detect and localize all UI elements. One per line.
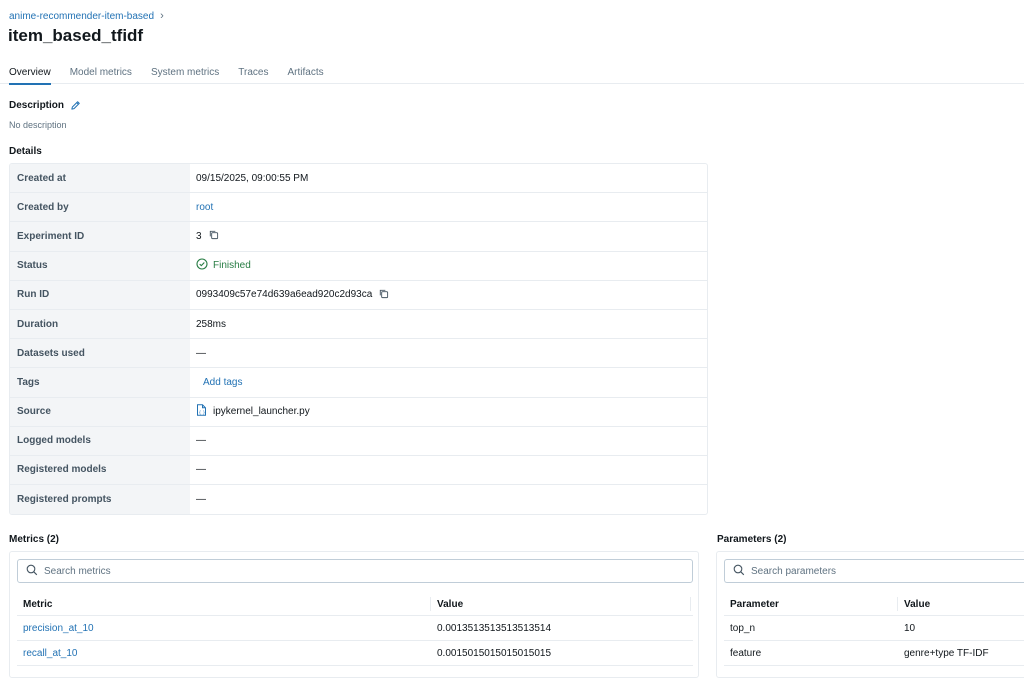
parameter-value: 10 — [904, 622, 916, 634]
parameters-search-input[interactable] — [751, 565, 1022, 577]
parameters-panel: Parameter Value top_n 10 feature genre+t… — [716, 551, 1024, 678]
column-divider[interactable] — [897, 597, 898, 611]
copy-icon[interactable] — [378, 288, 389, 302]
tab-artifacts[interactable]: Artifacts — [287, 64, 323, 84]
breadcrumb: anime-recommender-item-based › — [9, 10, 164, 22]
copy-icon[interactable] — [208, 229, 219, 243]
metrics-panel: Metric Value precision_at_10 0.001351351… — [9, 551, 699, 678]
detail-key: Datasets used — [10, 339, 190, 368]
parameters-table-header: Parameter Value — [724, 593, 1024, 616]
detail-key: Experiment ID — [10, 222, 190, 251]
detail-key: Created by — [10, 193, 190, 222]
column-divider[interactable] — [430, 597, 431, 611]
details-table: Created at 09/15/2025, 09:00:55 PM Creat… — [9, 163, 708, 516]
detail-row-datasets-used: Datasets used — — [10, 339, 707, 369]
description-heading: Description — [9, 100, 65, 111]
parameter-name: feature — [730, 647, 762, 659]
registered-models-value: — — [196, 464, 206, 476]
metrics-table-header: Metric Value — [17, 593, 693, 616]
tab-model-metrics[interactable]: Model metrics — [70, 64, 132, 84]
detail-row-source: Source { } ipykernel_launcher.py — [10, 397, 707, 427]
table-row: top_n 10 — [724, 616, 1024, 641]
detail-key: Created at — [10, 164, 190, 193]
table-row: feature genre+type TF-IDF — [724, 641, 1024, 666]
detail-row-created-by: Created by root — [10, 193, 707, 223]
column-header-value[interactable]: Value — [437, 599, 463, 610]
detail-row-registered-models: Registered models — — [10, 455, 707, 486]
detail-row-status: Status Finished — [10, 251, 707, 281]
duration-value: 258ms — [196, 318, 227, 330]
datasets-used-value: — — [196, 347, 206, 359]
detail-key: Logged models — [10, 426, 190, 455]
status-text: Finished — [213, 260, 251, 272]
detail-key: Status — [10, 251, 190, 280]
column-divider[interactable] — [690, 597, 691, 611]
metric-name-link[interactable]: recall_at_10 — [17, 648, 77, 659]
notebook-file-icon: { } — [196, 404, 207, 419]
parameter-name: top_n — [730, 622, 756, 634]
parameter-value: genre+type TF-IDF — [904, 647, 989, 659]
detail-row-created-at: Created at 09/15/2025, 09:00:55 PM — [10, 164, 707, 194]
metrics-search-input[interactable] — [44, 565, 644, 577]
description-heading-row: Description — [9, 100, 81, 111]
created-by-link[interactable]: root — [196, 202, 213, 213]
page-title: item_based_tfidf — [8, 26, 144, 45]
chevron-right-icon: › — [160, 10, 164, 22]
created-at-value: 09/15/2025, 09:00:55 PM — [196, 172, 309, 184]
parameters-heading: Parameters (2) — [717, 534, 787, 545]
detail-key: Source — [10, 397, 190, 426]
check-circle-icon — [196, 258, 208, 273]
run-id-value: 0993409c57e74d639a6ead920c2d93ca — [196, 289, 373, 301]
tab-bar: Overview Model metrics System metrics Tr… — [0, 64, 1024, 85]
column-header-metric[interactable]: Metric — [17, 599, 52, 610]
column-header-parameter[interactable]: Parameter — [724, 599, 779, 610]
metric-value: 0.0013513513513513514 — [437, 622, 552, 634]
detail-row-registered-prompts: Registered prompts — — [10, 485, 707, 515]
logged-models-value: — — [196, 435, 206, 447]
search-icon — [733, 564, 745, 579]
detail-key: Registered prompts — [10, 485, 190, 515]
detail-key: Registered models — [10, 455, 190, 485]
detail-key: Tags — [10, 368, 190, 397]
detail-row-experiment-id: Experiment ID 3 — [10, 222, 707, 252]
registered-prompts-value: — — [196, 494, 206, 506]
detail-row-run-id: Run ID 0993409c57e74d639a6ead920c2d93ca — [10, 280, 707, 310]
detail-key: Run ID — [10, 280, 190, 309]
detail-row-tags: Tags Add tags — [10, 368, 707, 398]
metric-name-link[interactable]: precision_at_10 — [17, 623, 94, 634]
source-filename: ipykernel_launcher.py — [213, 406, 310, 418]
status-badge: Finished — [196, 258, 251, 273]
detail-row-duration: Duration 258ms — [10, 309, 707, 340]
source-file[interactable]: { } ipykernel_launcher.py — [196, 404, 310, 419]
description-text: No description — [9, 120, 67, 130]
svg-text:{ }: { } — [199, 410, 206, 415]
tab-system-metrics[interactable]: System metrics — [151, 64, 219, 84]
pencil-icon[interactable] — [70, 100, 81, 111]
experiment-id-value: 3 — [196, 230, 202, 242]
detail-key: Duration — [10, 309, 190, 339]
tab-overview[interactable]: Overview — [9, 64, 51, 85]
column-header-value[interactable]: Value — [904, 599, 930, 610]
breadcrumb-experiment-link[interactable]: anime-recommender-item-based — [9, 11, 154, 22]
metrics-heading: Metrics (2) — [9, 534, 60, 545]
metric-value: 0.0015015015015015015 — [437, 647, 552, 659]
detail-row-logged-models: Logged models — — [10, 426, 707, 456]
parameters-search-box — [724, 559, 1024, 583]
metrics-search-box — [17, 559, 693, 583]
table-row: precision_at_10 0.0013513513513513514 — [17, 616, 693, 641]
details-heading: Details — [9, 146, 42, 157]
tab-traces[interactable]: Traces — [238, 64, 268, 84]
table-row: recall_at_10 0.0015015015015015015 — [17, 641, 693, 666]
add-tags-button[interactable]: Add tags — [196, 377, 242, 388]
search-icon — [26, 564, 38, 579]
